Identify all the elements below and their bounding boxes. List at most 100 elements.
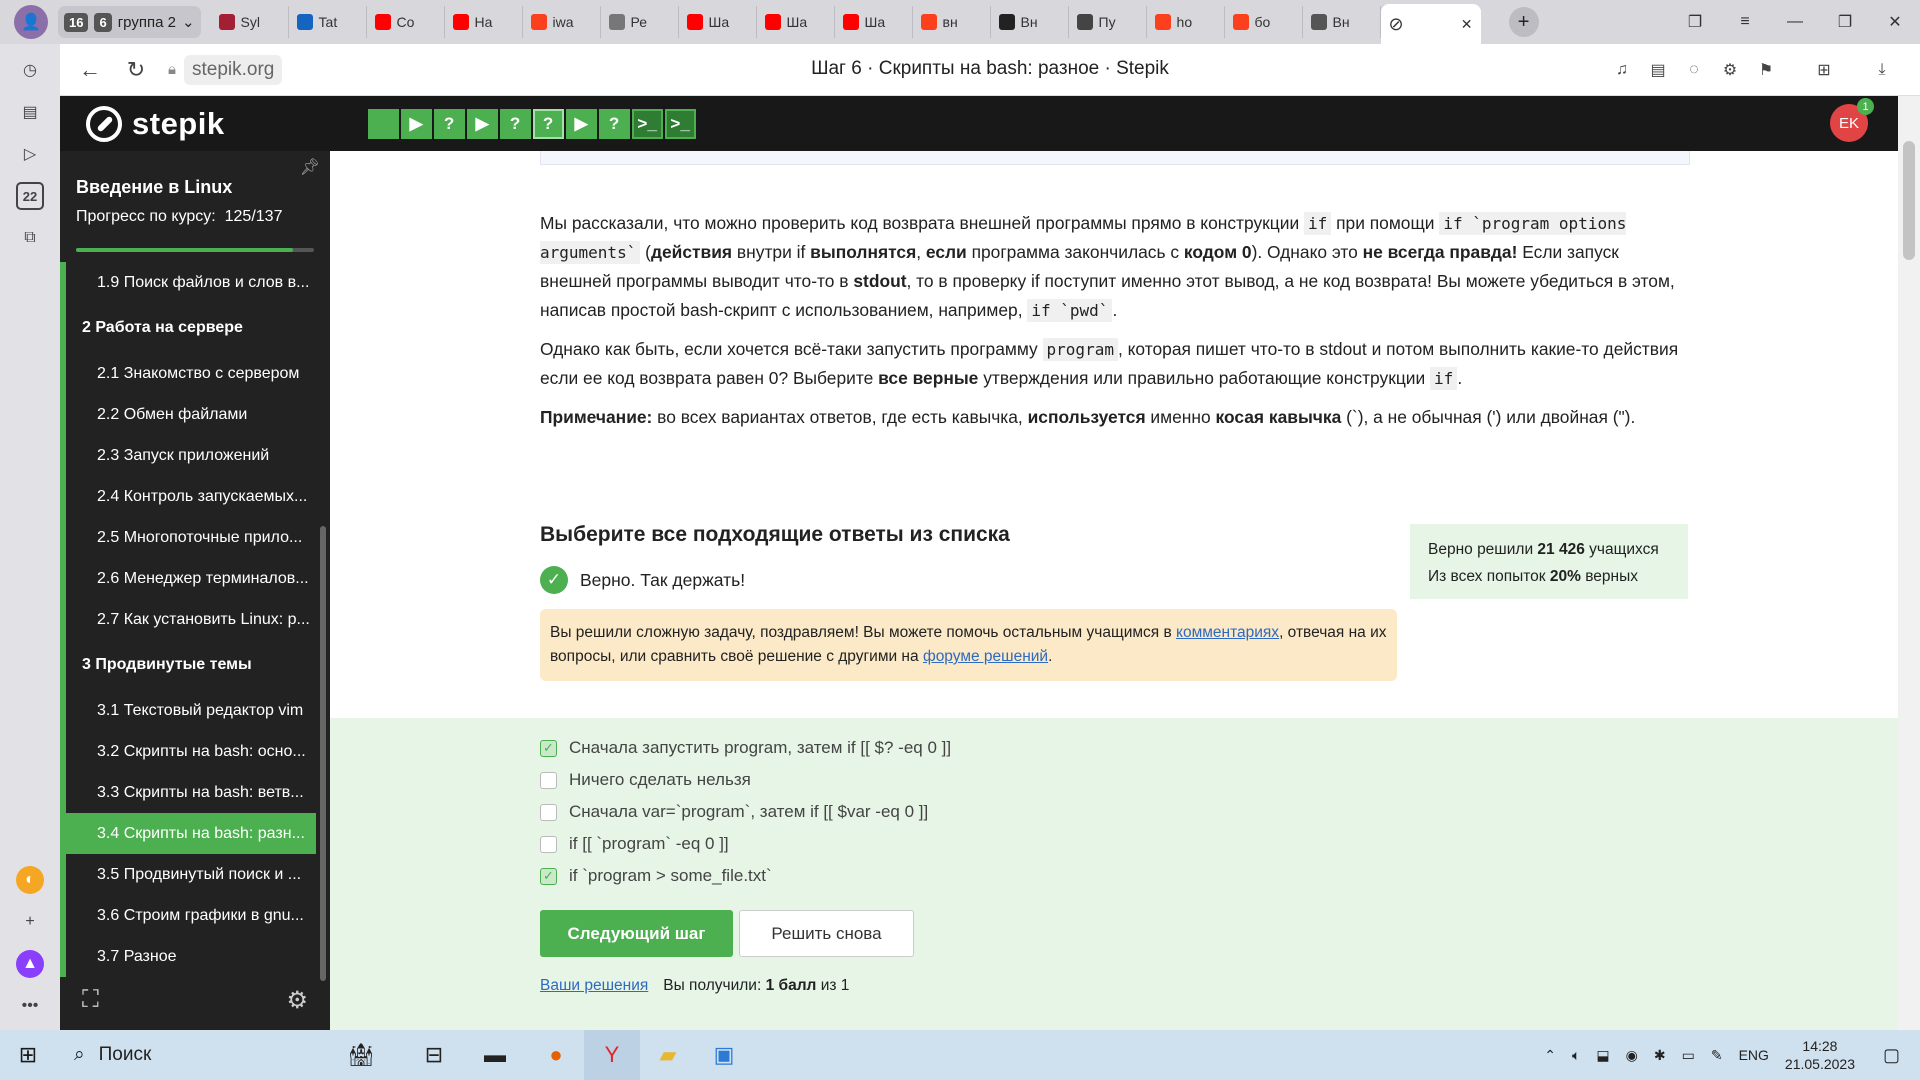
your-solutions-link[interactable]: Ваши решения <box>540 977 648 995</box>
lesson-item[interactable]: 2.7 Как установить Linux: р... <box>60 599 330 640</box>
pen-icon[interactable]: ✎ <box>1711 1047 1723 1064</box>
step-button[interactable]: ▶ <box>466 108 498 139</box>
solutions-forum-link[interactable]: форуме решений <box>923 648 1048 665</box>
browser-tab[interactable]: Ша <box>835 6 913 38</box>
answer-option[interactable]: ✓ if `program > some_file.txt` <box>540 860 1898 892</box>
lesson-item-active[interactable]: 3.4 Скрипты на bash: разн... <box>60 813 316 854</box>
step-button[interactable]: ? <box>433 108 465 139</box>
close-icon[interactable]: ✕ <box>1461 16 1473 33</box>
step-button[interactable]: ▶ <box>400 108 432 139</box>
checkbox[interactable] <box>540 835 557 853</box>
app-shortcut-icon[interactable]: ◐ <box>16 866 44 894</box>
step-button[interactable]: ? <box>499 108 531 139</box>
collections-icon[interactable]: ▤ <box>16 98 44 126</box>
url-field[interactable]: stepik.org <box>183 54 283 85</box>
bookmark-icon[interactable]: ⚑ <box>1752 56 1780 84</box>
reader-icon[interactable]: ▤ <box>1644 56 1672 84</box>
collections-add-icon[interactable]: ⊞ <box>1810 56 1838 84</box>
network-icon[interactable]: ⬓ <box>1596 1047 1609 1064</box>
back-icon[interactable]: ← <box>76 56 104 84</box>
browser-tab[interactable]: вн <box>913 6 991 38</box>
add-icon[interactable]: + <box>16 908 44 936</box>
taskbar-search[interactable]: ⌕ Поиск <box>56 1030 316 1080</box>
menu-icon[interactable]: ≡ <box>1720 13 1770 31</box>
browser-tab[interactable]: ho <box>1147 6 1225 38</box>
headphones-icon[interactable]: ♫ <box>1608 56 1636 84</box>
lesson-item[interactable]: 2.4 Контроль запускаемых... <box>60 476 330 517</box>
more-icon[interactable]: ••• <box>16 992 44 1020</box>
lesson-item[interactable]: 2.2 Обмен файлами <box>60 394 330 435</box>
lesson-item[interactable]: 2.6 Менеджер терминалов... <box>60 558 330 599</box>
lesson-item[interactable]: 2.5 Многопоточные прило... <box>60 517 330 558</box>
reload-icon[interactable]: ↻ <box>122 56 150 84</box>
stepik-logo[interactable]: stepik <box>86 105 225 142</box>
browser-tab[interactable]: Пу <box>1069 6 1147 38</box>
lesson-item[interactable]: 2.1 Знакомство с сервером <box>60 353 330 394</box>
video-icon[interactable]: ▷ <box>16 140 44 168</box>
browser-tab[interactable]: Вн <box>991 6 1069 38</box>
course-title[interactable]: Введение в Linux <box>76 177 314 198</box>
download-icon[interactable]: ⤓ <box>1868 56 1896 84</box>
step-button[interactable]: ▶ <box>565 108 597 139</box>
browser-tab[interactable]: Syl <box>211 6 289 38</box>
scrollbar-thumb[interactable] <box>1903 141 1915 260</box>
page-scrollbar[interactable] <box>1898 96 1920 1030</box>
profile-icon[interactable]: 👤 <box>14 5 48 39</box>
step-button[interactable]: ? <box>532 108 564 139</box>
step-button[interactable]: >_ <box>664 108 696 139</box>
chrome-icon[interactable]: ◉ <box>1626 1047 1638 1064</box>
step-button[interactable]: >_ <box>631 108 663 139</box>
lesson-item[interactable]: 3.2 Скрипты на bash: осно... <box>60 731 330 772</box>
gear-icon[interactable]: ⚙ <box>286 986 308 1015</box>
terminal-app-icon[interactable]: ▬ <box>462 1030 528 1080</box>
minimize-icon[interactable]: — <box>1770 13 1820 31</box>
translate-icon[interactable]: ◌ <box>1680 56 1708 84</box>
tab-active-stepik[interactable]: ⊘ ✕ <box>1380 4 1481 44</box>
section-header[interactable]: 3 Продвинутые темы <box>60 640 330 690</box>
notifications-icon[interactable]: ▢ <box>1883 1045 1900 1066</box>
task-view-icon[interactable]: ⊟ <box>406 1030 462 1080</box>
browser-tab[interactable]: Вн <box>1303 6 1381 38</box>
firefox-icon[interactable]: ● <box>528 1030 584 1080</box>
screenshot-icon[interactable]: ⧉ <box>16 224 44 252</box>
lesson-item[interactable]: 3.3 Скрипты на bash: ветв... <box>60 772 330 813</box>
answer-option[interactable]: if [[ `program` -eq 0 ]] <box>540 828 1898 860</box>
file-explorer-icon[interactable]: ▰ <box>640 1030 696 1080</box>
browser-tab[interactable]: На <box>445 6 523 38</box>
window-close-icon[interactable]: ✕ <box>1870 12 1920 32</box>
fullscreen-icon[interactable]: ⛶ <box>82 986 99 1014</box>
answer-option[interactable]: Ничего сделать нельзя <box>540 764 1898 796</box>
volume-icon[interactable]: 🔈︎ <box>1572 1047 1580 1064</box>
comments-link[interactable]: комментариях <box>1176 624 1279 641</box>
language-indicator[interactable]: ENG <box>1739 1047 1769 1063</box>
solve-again-button[interactable]: Решить снова <box>739 910 914 957</box>
yandex-browser-icon[interactable]: Y <box>584 1030 640 1080</box>
browser-tab[interactable]: Tat <box>289 6 367 38</box>
chevron-up-icon[interactable]: ⌃ <box>1544 1047 1556 1064</box>
tabs-overview-icon[interactable]: ❐ <box>1670 12 1720 32</box>
history-icon[interactable]: ◷ <box>16 56 44 84</box>
avatar[interactable]: EK 1 <box>1830 98 1874 142</box>
lesson-item[interactable]: 3.1 Текстовый редактор vim <box>60 690 330 731</box>
section-header[interactable]: 2 Работа на сервере <box>60 303 330 353</box>
step-button[interactable] <box>367 108 399 139</box>
sidebar-scrollbar[interactable] <box>320 526 326 981</box>
clock[interactable]: 14:28 21.05.2023 <box>1785 1037 1855 1073</box>
checkbox-checked[interactable]: ✓ <box>540 867 557 885</box>
alice-icon[interactable]: ▲ <box>16 950 44 978</box>
browser-tab[interactable]: Ша <box>679 6 757 38</box>
new-tab-button[interactable]: + <box>1508 7 1539 37</box>
pin-icon[interactable]: 📌︎ <box>300 157 320 177</box>
lesson-item[interactable]: 1.9 Поиск файлов и слов в... <box>60 262 330 303</box>
next-step-button[interactable]: Следующий шаг <box>540 910 733 957</box>
app-icon[interactable]: ▣ <box>696 1030 752 1080</box>
search-highlight-icon[interactable]: 🏰︎ <box>316 1030 406 1080</box>
step-button[interactable]: ? <box>598 108 630 139</box>
lesson-item[interactable]: 3.5 Продвинутый поиск и ... <box>60 854 330 895</box>
checkbox[interactable] <box>540 803 557 821</box>
browser-tab[interactable]: iwa <box>523 6 601 38</box>
tab-group[interactable]: 16 6 группа 2 ⌄ <box>58 6 201 38</box>
extensions-icon[interactable]: ⚙ <box>1716 56 1744 84</box>
calendar-icon[interactable]: 22 <box>16 182 44 210</box>
bluetooth-icon[interactable]: ✱ <box>1654 1047 1666 1064</box>
